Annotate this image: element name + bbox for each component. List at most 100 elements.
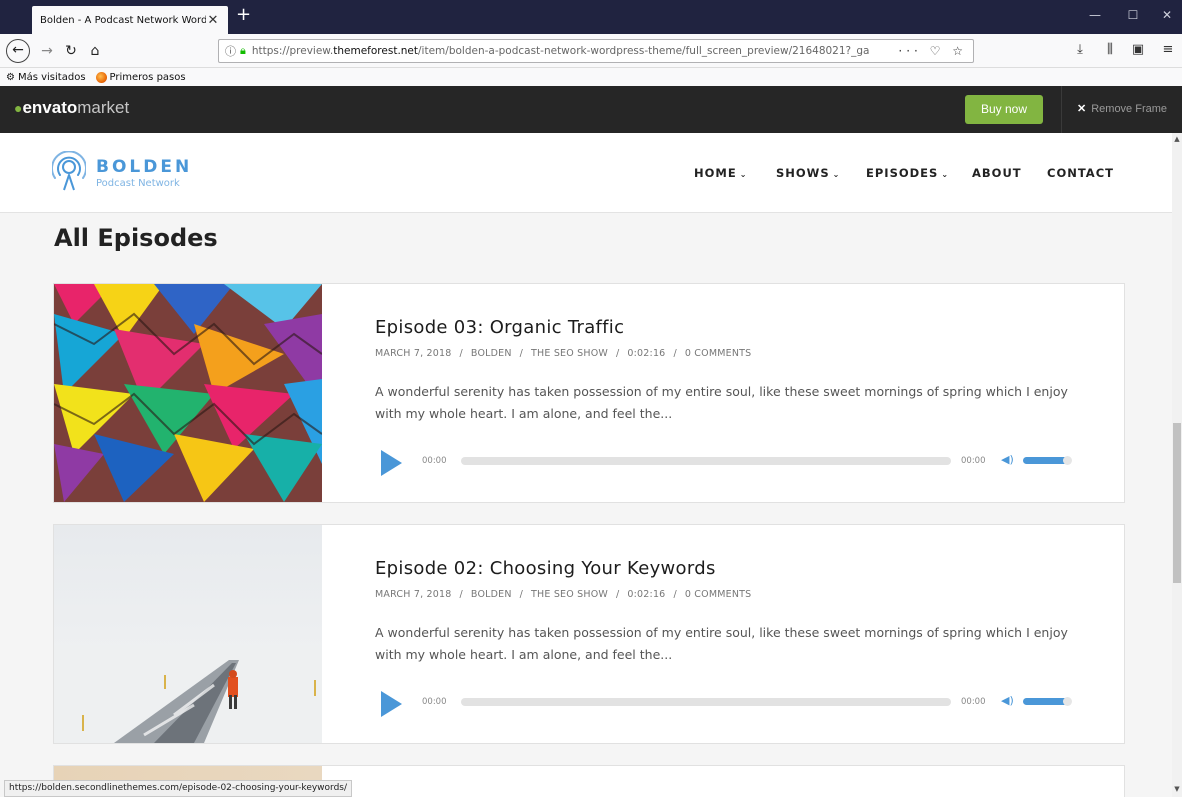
- page-actions[interactable]: ··· ♡ ☆: [898, 44, 967, 58]
- new-tab-button[interactable]: +: [236, 4, 254, 25]
- bookmark-label: Más visitados: [17, 71, 86, 83]
- episode-card: Episode 02: Choosing Your Keywords MARCH…: [53, 524, 1125, 744]
- nav-home[interactable]: HOME ⌄: [694, 166, 747, 180]
- chevron-down-icon: ⌄: [832, 170, 841, 179]
- volume-slider[interactable]: [1023, 697, 1072, 706]
- scroll-down-icon[interactable]: ▼: [1172, 785, 1182, 793]
- episode-date[interactable]: MARCH 7, 2018: [375, 589, 451, 600]
- episode-author[interactable]: BOLDEN: [471, 589, 512, 600]
- bookmark-most-visited[interactable]: ⚙ Más visitados: [6, 72, 86, 83]
- site-logo-name[interactable]: BOLDEN: [96, 157, 192, 177]
- envato-logo[interactable]: ●envatomarket: [14, 98, 129, 118]
- browser-tab[interactable]: Bolden - A Podcast Network WordP ✕: [32, 6, 228, 34]
- back-arrow-icon[interactable]: ←: [6, 39, 30, 63]
- progress-bar[interactable]: [461, 457, 951, 465]
- meta-separator: /: [519, 348, 524, 359]
- chevron-down-icon: ⌄: [941, 170, 950, 179]
- volume-icon[interactable]: ◀︎): [1001, 694, 1014, 707]
- episode-card: Episode 03: Organic Traffic MARCH 7, 201…: [53, 283, 1125, 503]
- page-title: All Episodes: [54, 224, 218, 252]
- url-bar[interactable]: ⓘ 🔒︎ https://preview.themeforest.net/ite…: [218, 39, 974, 63]
- meta-separator: /: [673, 589, 677, 600]
- meta-separator: /: [673, 348, 677, 359]
- gear-icon: ⚙: [6, 71, 15, 83]
- forward-arrow-icon[interactable]: →: [36, 40, 58, 62]
- bookmarks-toolbar: ⚙ Más visitados Primeros pasos: [0, 68, 1182, 86]
- bookmark-label: Primeros pasos: [109, 71, 186, 83]
- library-icon[interactable]: ⫼: [1100, 42, 1120, 57]
- snow-road-image: [54, 525, 322, 743]
- home-icon[interactable]: ⌂: [84, 40, 106, 62]
- bookmark-getting-started[interactable]: Primeros pasos: [95, 71, 186, 83]
- nav-label: HOME: [694, 166, 737, 180]
- episode-comments[interactable]: 0 COMMENTS: [685, 348, 752, 359]
- volume-slider[interactable]: [1023, 456, 1072, 465]
- envato-divider: [1061, 86, 1062, 133]
- buy-now-button[interactable]: Buy now: [965, 95, 1043, 124]
- episode-show[interactable]: THE SEO SHOW: [531, 348, 608, 359]
- scrollbar-thumb[interactable]: [1173, 423, 1181, 583]
- nav-episodes[interactable]: EPISODES ⌄: [866, 166, 949, 180]
- scroll-up-icon[interactable]: ▲: [1172, 135, 1182, 143]
- remove-frame-button[interactable]: ✕ Remove Frame: [1077, 102, 1167, 115]
- audio-player: 00:00 00:00 ◀︎): [375, 685, 1075, 717]
- tab-close-icon[interactable]: ✕: [206, 13, 220, 28]
- nav-label: ABOUT: [972, 166, 1022, 180]
- episode-duration: 0:02:16: [627, 348, 666, 359]
- play-icon[interactable]: [381, 691, 402, 717]
- episode-show[interactable]: THE SEO SHOW: [531, 589, 608, 600]
- envato-market-bar: ●envatomarket Buy now ✕ Remove Frame: [0, 86, 1182, 133]
- hamburger-menu-icon[interactable]: ≡: [1158, 42, 1178, 57]
- meta-separator: /: [616, 589, 620, 600]
- site-header: BOLDEN Podcast Network HOME ⌄ SHOWS ⌄ EPIS…: [0, 133, 1172, 213]
- episode-title[interactable]: Episode 03: Organic Traffic: [375, 317, 624, 338]
- nav-label: SHOWS: [776, 166, 830, 180]
- episode-duration: 0:02:16: [627, 589, 666, 600]
- page-scrollbar[interactable]: ▲ ▼: [1172, 133, 1182, 797]
- episode-meta: MARCH 7, 2018 / BOLDEN / THE SEO SHOW / 0:02:1…: [375, 589, 751, 600]
- close-icon: ✕: [1077, 103, 1087, 115]
- volume-icon[interactable]: ◀︎): [1001, 453, 1014, 466]
- episode-comments[interactable]: 0 COMMENTS: [685, 589, 752, 600]
- maximize-icon[interactable]: ☐: [1124, 8, 1142, 22]
- total-time: 00:00: [961, 697, 986, 707]
- url-host: themeforest.net: [333, 45, 419, 57]
- episode-thumbnail-graffiti[interactable]: [54, 284, 322, 502]
- meta-separator: /: [459, 348, 463, 359]
- reload-icon[interactable]: ↻: [60, 40, 82, 62]
- podcast-logo-icon[interactable]: [52, 151, 86, 191]
- audio-player: 00:00 00:00 ◀︎): [375, 444, 1075, 476]
- total-time: 00:00: [961, 456, 986, 466]
- progress-bar[interactable]: [461, 698, 951, 706]
- nav-label: EPISODES: [866, 166, 939, 180]
- nav-contact[interactable]: CONTACT: [1047, 166, 1114, 180]
- site-logo-subtitle: Podcast Network: [96, 178, 180, 189]
- current-time: 00:00: [422, 697, 447, 707]
- remove-frame-label: Remove Frame: [1091, 103, 1168, 115]
- envato-logo-word: envato: [22, 98, 78, 117]
- lock-icon[interactable]: 🔒︎: [240, 44, 246, 58]
- url-path: /item/bolden-a-podcast-network-wordpress…: [418, 45, 870, 57]
- episode-date[interactable]: MARCH 7, 2018: [375, 348, 451, 359]
- browser-tab-title: Bolden - A Podcast Network WordP: [40, 14, 206, 26]
- graffiti-image: [54, 284, 322, 502]
- sidebar-icon[interactable]: ▣: [1128, 42, 1148, 57]
- nav-shows[interactable]: SHOWS ⌄: [776, 166, 840, 180]
- info-icon[interactable]: ⓘ: [225, 43, 236, 59]
- minimize-icon[interactable]: —: [1086, 8, 1104, 22]
- episode-author[interactable]: BOLDEN: [471, 348, 512, 359]
- nav-label: CONTACT: [1047, 166, 1114, 180]
- meta-separator: /: [519, 589, 524, 600]
- window-close-icon[interactable]: ✕: [1158, 8, 1176, 22]
- url-text[interactable]: https://preview.themeforest.net/item/bol…: [252, 45, 899, 57]
- current-time: 00:00: [422, 456, 447, 466]
- play-icon[interactable]: [381, 450, 402, 476]
- nav-about[interactable]: ABOUT: [972, 166, 1022, 180]
- episode-title[interactable]: Episode 02: Choosing Your Keywords: [375, 558, 716, 579]
- chevron-down-icon: ⌄: [739, 170, 748, 179]
- episode-thumbnail-snow-road[interactable]: [54, 525, 322, 743]
- download-icon[interactable]: ⤓: [1070, 42, 1090, 57]
- browser-tab-bar: Bolden - A Podcast Network WordP ✕ + — ☐…: [0, 0, 1182, 34]
- episode-description: A wonderful serenity has taken possessio…: [375, 384, 1068, 421]
- meta-separator: /: [459, 589, 463, 600]
